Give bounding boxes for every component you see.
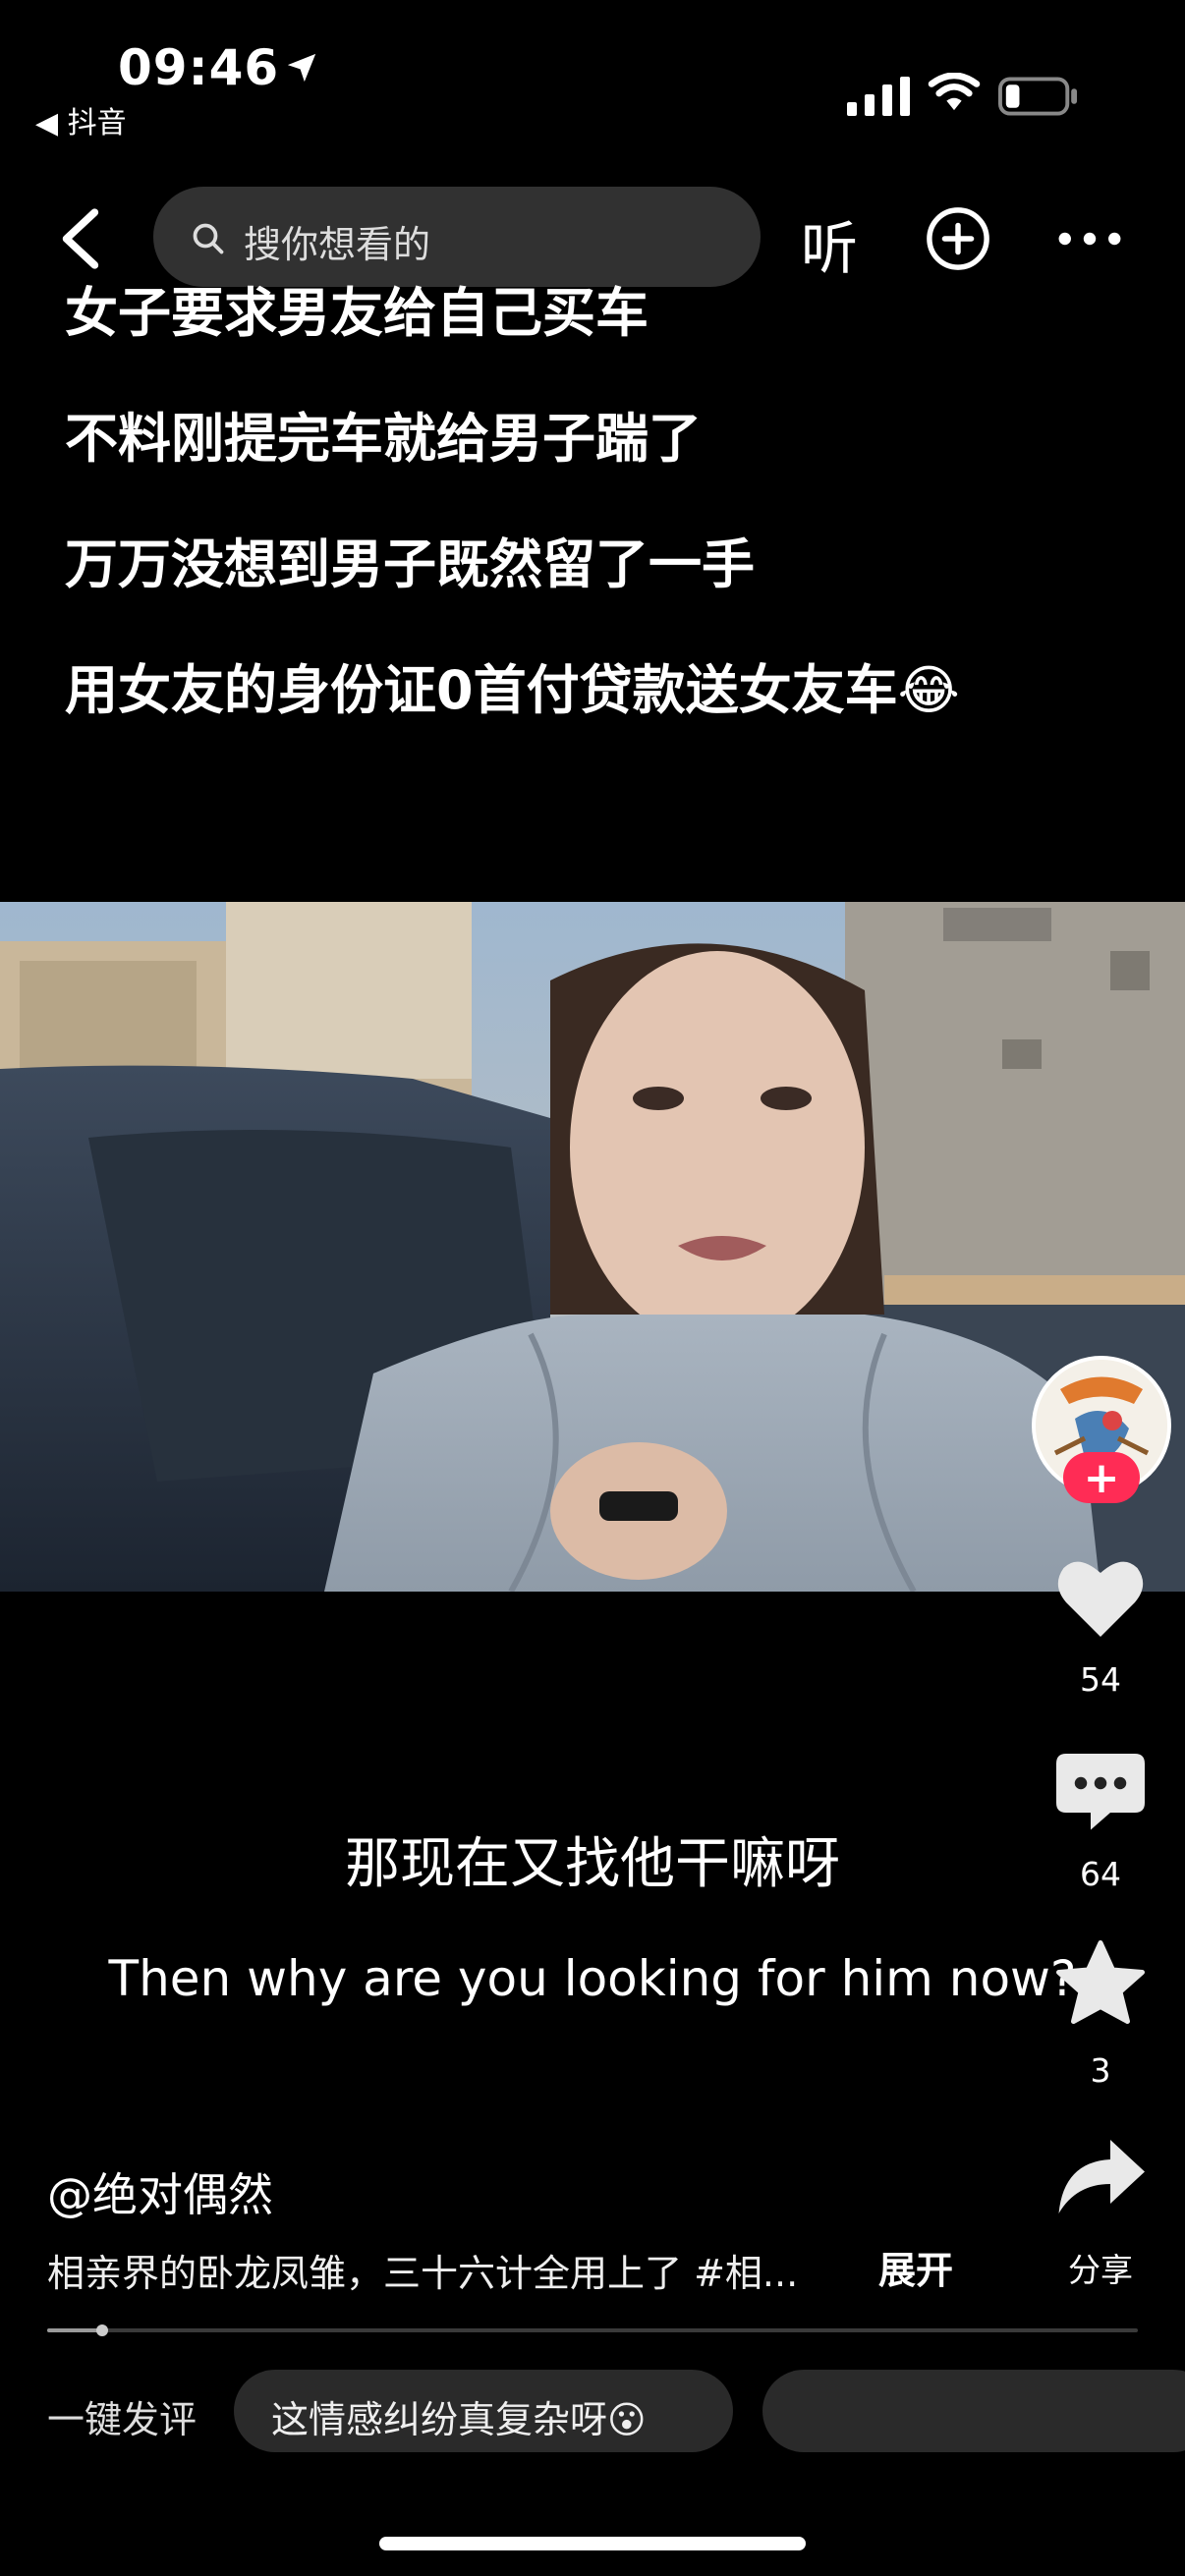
video-player[interactable] [0,902,1185,1592]
back-chevron-icon[interactable] [57,206,102,271]
video-progress-handle[interactable] [95,2324,108,2336]
headline-line-2: 不料刚提完车就给男子踹了 [65,408,702,470]
more-icon[interactable] [1057,229,1122,249]
quick-comment-label: 一键发评 [47,2398,198,2441]
cellular-signal-icon [847,77,910,116]
subtitle-chinese: 那现在又找他干嘛呀 [345,1832,840,1896]
share-arrow-icon[interactable] [1051,2130,1150,2228]
video-progress-fill [47,2328,102,2332]
subtitle-english: Then why are you looking for him now? [108,1950,1077,2007]
like-count: 54 [1080,1660,1121,1699]
video-progress-bar[interactable] [47,2328,1138,2332]
quick-comment-chip-2[interactable] [762,2370,1185,2452]
listen-button[interactable]: 听 [801,202,858,285]
back-to-app-link[interactable]: ◀ 抖音 [35,98,127,141]
wifi-icon [928,73,981,111]
headline-line-3: 万万没想到男子既然留了一手 [65,533,755,595]
headline-line-4: 用女友的身份证0首付贷款送女友车😂 [65,659,960,721]
post-description: 相亲界的卧龙凤雏，三十六计全用上了 #相... [47,2252,799,2295]
like-heart-icon[interactable] [1051,1548,1150,1647]
favorite-star-icon[interactable] [1051,1935,1150,2034]
expand-button[interactable]: 展开 [878,2240,953,2294]
video-frame-image [0,902,1185,1592]
comment-count: 64 [1080,1855,1121,1893]
status-time: 09:46 [118,39,280,96]
search-icon [193,223,224,254]
share-label: 分享 [1068,2251,1133,2289]
follow-button[interactable]: + [1063,1452,1140,1503]
add-circle-icon[interactable] [926,206,990,271]
favorite-count: 3 [1090,2051,1111,2090]
search-placeholder: 搜你想看的 [244,223,431,266]
location-arrow-icon [287,53,316,83]
headline-line-1: 女子要求男友给自己买车 [65,282,649,344]
battery-icon [998,77,1078,116]
home-indicator[interactable] [379,2537,806,2550]
comment-bubble-icon[interactable] [1051,1739,1150,1837]
quick-comment-chip-1-text: 这情感纠纷真复杂呀😮 [271,2398,647,2441]
author-name[interactable]: @绝对偶然 [47,2159,273,2224]
